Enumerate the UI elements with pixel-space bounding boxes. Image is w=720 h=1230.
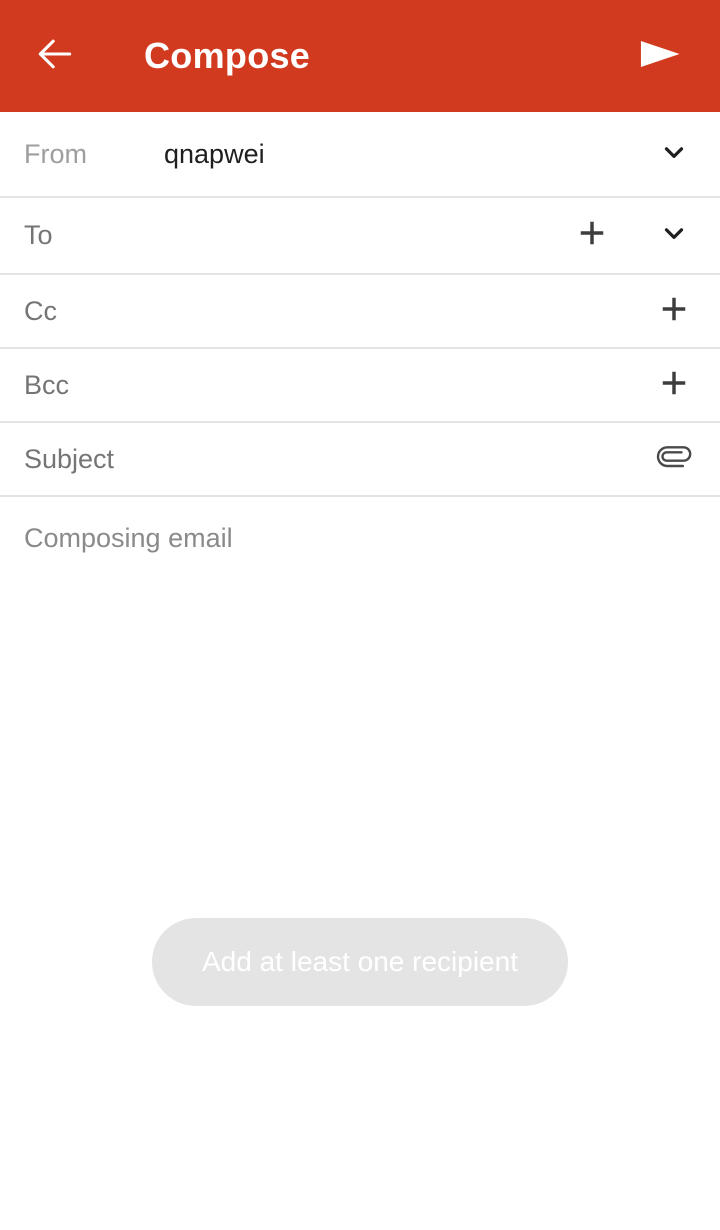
field-row-from[interactable]: From qnapwei — [0, 112, 720, 198]
to-label: To — [24, 220, 53, 250]
bcc-actions — [652, 363, 696, 407]
app-bar: Compose — [0, 0, 720, 112]
from-value: qnapwei — [164, 138, 265, 169]
from-label: From — [24, 138, 87, 169]
subject-actions — [652, 437, 696, 481]
to-actions — [570, 214, 696, 258]
from-dropdown-button[interactable] — [652, 132, 696, 176]
cc-actions — [652, 289, 696, 333]
chevron-down-icon — [659, 218, 689, 253]
from-actions — [652, 132, 696, 176]
field-row-to[interactable]: To — [0, 198, 720, 275]
cc-label: Cc — [24, 295, 57, 326]
to-dropdown-button[interactable] — [652, 214, 696, 258]
message-body-placeholder: Composing email — [24, 523, 233, 553]
send-icon — [634, 28, 686, 85]
bcc-label: Bcc — [24, 369, 70, 400]
message-body-area[interactable]: Composing email — [0, 497, 720, 897]
page-title: Compose — [144, 35, 311, 76]
back-button[interactable] — [18, 0, 92, 112]
plus-icon — [656, 291, 692, 332]
paperclip-icon — [654, 437, 694, 482]
compose-screen: Compose From qnapwei To Cc Bcc Subject C… — [0, 0, 720, 1230]
toast-snackbar: Add at least one recipient — [152, 918, 568, 1006]
chevron-down-icon — [659, 137, 689, 172]
toast-container: Add at least one recipient — [0, 918, 720, 1006]
plus-icon — [574, 215, 610, 256]
to-add-recipient-button[interactable] — [570, 214, 614, 258]
send-button[interactable] — [622, 0, 698, 112]
bcc-add-recipient-button[interactable] — [652, 363, 696, 407]
attach-file-button[interactable] — [652, 437, 696, 481]
field-row-cc[interactable]: Cc — [0, 275, 720, 349]
plus-icon — [656, 365, 692, 406]
cc-add-recipient-button[interactable] — [652, 289, 696, 333]
field-row-subject[interactable]: Subject — [0, 423, 720, 497]
toast-message: Add at least one recipient — [202, 946, 518, 977]
subject-label: Subject — [24, 443, 115, 474]
field-row-bcc[interactable]: Bcc — [0, 349, 720, 423]
arrow-left-icon — [33, 32, 77, 81]
